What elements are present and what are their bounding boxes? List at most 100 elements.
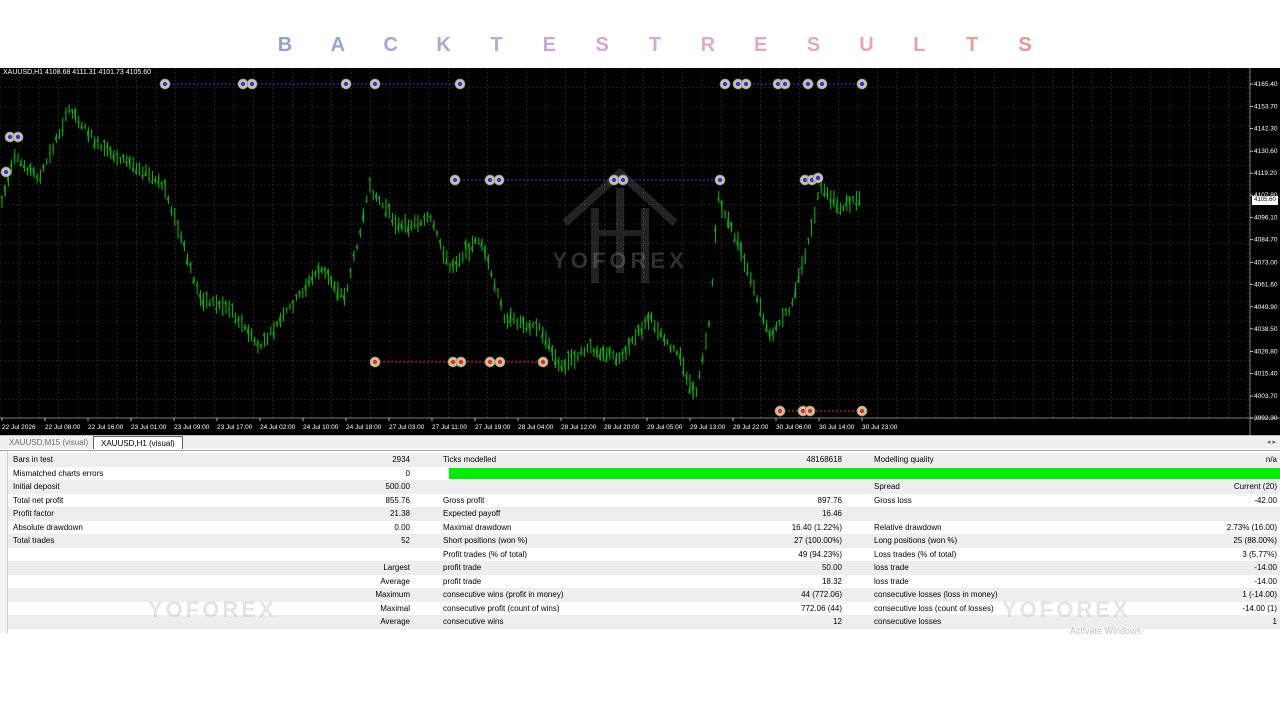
chart-watermark-text: YOFOREX	[552, 248, 688, 273]
tab-xauusd-h1[interactable]: XAUUSD,H1 (visual)	[93, 436, 183, 449]
trade-marker-dot	[372, 81, 378, 87]
report-row: Initial deposit 500.00 Spread Current (20)	[8, 480, 1280, 494]
report-watermark: YOFOREX	[1002, 597, 1131, 622]
report-row: Largest profit trade 50.00 loss trade -14.00	[8, 561, 1280, 575]
stat-value: 16.46	[821, 509, 842, 518]
banner-letter: C	[383, 34, 398, 56]
trade-marker-dot	[372, 359, 378, 365]
trade-marker-dot	[452, 177, 458, 183]
time-label: 24 Jul 10:00	[303, 424, 339, 431]
time-label: 23 Jul 01:00	[131, 424, 167, 431]
time-label: 28 Jul 20:00	[604, 424, 640, 431]
stat-label: Total trades	[13, 536, 55, 545]
time-label: 23 Jul 09:00	[174, 424, 210, 431]
price-label: 4026.80	[1254, 348, 1278, 355]
stat-value: Average	[380, 576, 410, 586]
banner-letter: E	[754, 34, 768, 56]
trade-marker-dot	[859, 408, 865, 414]
trade-marker-dot	[249, 81, 255, 87]
chart-canvas[interactable]: 4165.404153.704142.304130.604119.204107.…	[0, 68, 1280, 435]
price-label: 4073.00	[1254, 259, 1278, 266]
trade-marker-dot	[807, 408, 813, 414]
price-label: 4142.30	[1254, 126, 1278, 133]
price-label: 4061.60	[1254, 281, 1278, 288]
time-label: 27 Jul 03:00	[389, 424, 425, 431]
candle-tick	[90, 129, 92, 131]
candle-tick	[538, 327, 540, 329]
report-watermark: YOFOREX	[148, 597, 277, 622]
banner-letter: T	[490, 34, 503, 56]
stat-value: 27 (100.00%)	[793, 536, 842, 545]
stat-value: -42.00	[1254, 495, 1277, 505]
trade-marker-dot	[162, 81, 168, 87]
candle-tick	[576, 356, 579, 358]
stat-label	[13, 548, 213, 562]
time-label: 28 Jul 04:00	[518, 424, 554, 431]
stat-value	[608, 480, 842, 494]
stat-value	[1008, 507, 1277, 521]
time-label: 30 Jul 23:00	[862, 424, 898, 431]
stat-value: 3 (5.77%)	[1242, 549, 1277, 559]
time-label: 30 Jul 06:00	[776, 424, 812, 431]
trade-marker-dot	[15, 134, 21, 140]
trade-marker-dot	[859, 81, 865, 87]
tab-xauusd-m15[interactable]: XAUUSD,M15 (visual)	[2, 436, 95, 449]
time-label: 28 Jul 12:00	[561, 424, 597, 431]
tab-scroll-arrows[interactable]: ◂ ▸	[1267, 436, 1276, 449]
candle-tick	[448, 263, 451, 265]
trade-marker-dot	[457, 81, 463, 87]
stat-value: 2934	[392, 455, 410, 464]
time-label: 29 Jul 22:00	[733, 424, 769, 431]
banner-letter: S	[806, 34, 821, 56]
time-label: 24 Jul 02:00	[260, 424, 296, 431]
banner-letter: B	[277, 34, 293, 56]
trade-marker-dot	[450, 359, 456, 365]
stat-value: 0	[405, 468, 410, 478]
trade-marker-dot	[7, 134, 13, 140]
time-label: 29 Jul 05:00	[647, 424, 683, 431]
trade-marker-dot	[487, 177, 493, 183]
price-chart[interactable]: 4165.404153.704142.304130.604119.204107.…	[0, 68, 1280, 435]
chart-info: XAUUSD,H1 4108.68 4111.31 4101.73 4105.6…	[3, 69, 152, 76]
time-label: 22 Jul 2026	[2, 424, 36, 431]
report-row: Total trades 52 Short positions (won %) 27 …	[8, 534, 1280, 548]
price-label: 4084.70	[1254, 237, 1278, 244]
trade-marker-dot	[782, 81, 788, 87]
banner-letter: L	[913, 34, 926, 56]
trade-marker-dot	[343, 81, 349, 87]
trade-marker-dot	[487, 359, 493, 365]
current-price-tag: 4105.60	[1252, 196, 1278, 205]
backtest-report: Bars in test 2934 Ticks modelled 48168618 Mo…	[0, 450, 1280, 633]
price-label: 4153.70	[1254, 104, 1278, 111]
price-label: 4130.60	[1254, 148, 1278, 155]
stat-value	[1008, 467, 1277, 481]
report-row: Absolute drawdown 0.00 Maximal drawdown 16.…	[8, 521, 1280, 535]
price-label: 4049.90	[1254, 304, 1278, 311]
report-side-handle[interactable]	[0, 451, 8, 633]
price-label: 4119.20	[1254, 170, 1277, 177]
report-row: Mismatched charts errors 0	[8, 467, 1280, 481]
report-row: Average profit trade 18.32 loss trade -14.00	[8, 575, 1280, 589]
trade-marker-dot	[497, 359, 503, 365]
trade-marker-dot	[611, 177, 617, 183]
stat-label: Absolute drawdown	[13, 522, 83, 532]
stat-value: 52	[401, 536, 410, 545]
stat-label: Initial deposit	[13, 482, 60, 491]
banner-letter: K	[436, 34, 451, 56]
stat-value: Largest	[383, 563, 410, 572]
trade-marker-dot	[240, 81, 246, 87]
trade-marker-dot	[802, 177, 808, 183]
banner-letter: E	[542, 34, 556, 56]
banner-letter: A	[330, 34, 346, 56]
trade-marker-dot	[815, 175, 821, 181]
stat-label	[13, 575, 213, 589]
stat-value: -14.00	[1254, 563, 1277, 572]
trade-marker-dot	[620, 177, 626, 183]
stat-value: 18.32	[821, 576, 842, 586]
stat-label: Total net profit	[13, 495, 64, 505]
stat-value	[608, 467, 842, 481]
stat-value: 48168618	[806, 455, 842, 464]
banner-letter: S	[1018, 34, 1032, 56]
stat-value: 2.73% (16.00)	[1226, 522, 1277, 532]
trade-marker-dot	[743, 81, 749, 87]
